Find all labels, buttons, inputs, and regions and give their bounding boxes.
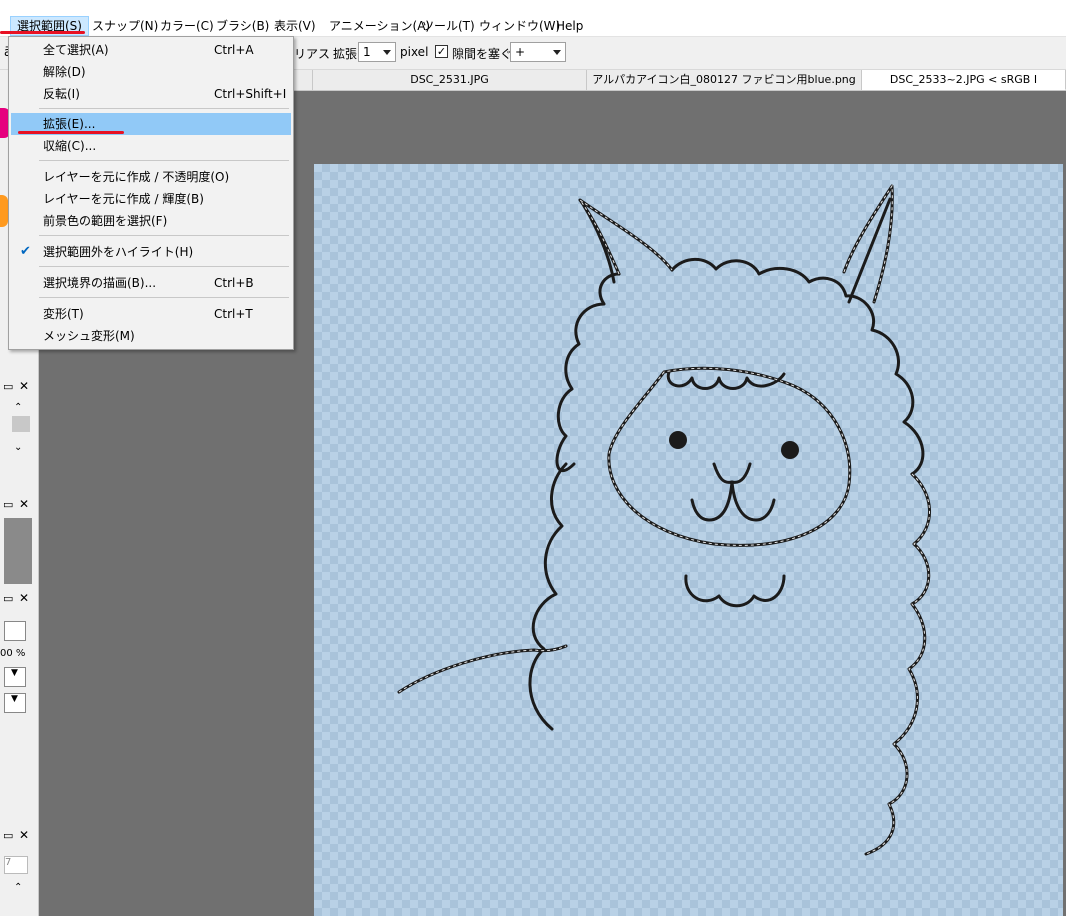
scroll-up-icon[interactable]: ⌃ <box>14 882 22 893</box>
document-tabs: DSC_2531.JPG アルパカアイコン白_080127 ファビコン用blue… <box>293 70 1066 91</box>
tab-partial[interactable] <box>293 70 313 90</box>
menu-separator <box>39 160 289 161</box>
bangs-curls <box>666 370 786 390</box>
menu-item-label: 反転(I) <box>43 87 80 101</box>
chevron-down-icon: ▼ <box>11 694 18 704</box>
menu-item-shortcut: Ctrl+A <box>214 43 254 57</box>
menu-draw-border[interactable]: 選択境界の描画(B)... Ctrl+B <box>11 272 291 294</box>
menu-item-label: 前景色の範囲を選択(F) <box>43 214 168 228</box>
number-field[interactable]: 7 <box>4 856 28 874</box>
panel-header: ▭ ✕ <box>0 590 34 608</box>
expand-amount-value: 1 <box>363 45 371 59</box>
chevron-down-icon <box>383 50 391 55</box>
brush-preview <box>4 518 32 584</box>
menu-from-layer-opacity[interactable]: レイヤーを元に作成 / 不透明度(O) <box>11 166 291 188</box>
right-ear-outline <box>842 184 894 304</box>
left-eye <box>669 431 687 449</box>
tab-dsc2533[interactable]: DSC_2533~2.JPG < sRGB I <box>862 70 1066 90</box>
float-icon[interactable]: ▭ <box>3 829 13 842</box>
toolbar-partial-label: リアス <box>294 47 331 61</box>
menu-help[interactable]: Help <box>550 17 589 35</box>
checkmark-icon: ✔ <box>20 244 31 259</box>
menu-item-shortcut: Ctrl+Shift+I <box>214 87 287 101</box>
close-icon[interactable]: ✕ <box>19 497 29 511</box>
menu-item-label: 選択範囲外をハイライト(H) <box>43 245 194 259</box>
menu-item-label: 解除(D) <box>43 65 86 79</box>
gap-mode-select[interactable]: + <box>510 42 566 62</box>
menu-from-layer-luminance[interactable]: レイヤーを元に作成 / 輝度(B) <box>11 188 291 210</box>
menu-deselect[interactable]: 解除(D) <box>11 61 291 83</box>
close-icon[interactable]: ✕ <box>19 828 29 842</box>
gap-close-label: 隙間を塞ぐ <box>452 47 513 61</box>
menu-invert[interactable]: 反転(I) Ctrl+Shift+I <box>11 83 291 105</box>
menu-item-label: 収縮(C)... <box>43 139 97 153</box>
float-icon[interactable]: ▭ <box>3 592 13 605</box>
scrollbar-thumb[interactable] <box>12 416 30 432</box>
selection-menu-dropdown: 全て選択(A) Ctrl+A 解除(D) 反転(I) Ctrl+Shift+I … <box>8 36 294 350</box>
image-canvas[interactable] <box>314 164 1063 916</box>
gap-mode-value: + <box>515 45 526 59</box>
close-icon[interactable]: ✕ <box>19 591 29 605</box>
blend-select[interactable]: ▼ <box>4 667 26 687</box>
menu-item-shortcut: Ctrl+B <box>214 276 254 290</box>
right-ear-inner <box>847 197 892 304</box>
neck-curls <box>684 574 786 608</box>
gap-close-checkbox[interactable]: ✓ <box>435 45 448 58</box>
menu-item-label: 選択境界の描画(B)... <box>43 276 157 290</box>
mode-select[interactable]: ▼ <box>4 693 26 713</box>
menu-item-label: レイヤーを元に作成 / 不透明度(O) <box>43 170 230 184</box>
mouth-left <box>690 480 734 522</box>
scroll-up-icon[interactable]: ⌃ <box>14 402 22 413</box>
layer-input[interactable] <box>4 621 26 641</box>
expand-label: 拡張 <box>333 47 358 61</box>
opacity-value: 00 % <box>0 648 26 659</box>
panel-header: ▭ ✕ <box>0 827 34 845</box>
right-eye <box>781 441 799 459</box>
menu-separator <box>39 266 289 267</box>
mouth-right <box>730 480 776 522</box>
annotation-underline-menu <box>0 31 85 34</box>
menu-tools[interactable]: ツール(T) <box>416 17 481 35</box>
left-ear-inner <box>582 204 616 284</box>
selection-marching-ants <box>398 184 930 855</box>
alpaca-drawing <box>397 184 931 856</box>
menu-item-label: レイヤーを元に作成 / 輝度(B) <box>43 192 204 206</box>
menu-item-label: 変形(T) <box>43 307 84 321</box>
expand-amount-select[interactable]: 1 <box>358 42 396 62</box>
menu-brush[interactable]: ブラシ(B) <box>210 17 275 35</box>
chevron-down-icon: ▼ <box>11 668 18 678</box>
unit-label: pixel <box>400 45 429 59</box>
close-icon[interactable]: ✕ <box>19 379 29 393</box>
menu-separator <box>39 235 289 236</box>
annotation-underline-expand <box>18 131 124 134</box>
body-right-outline <box>864 472 931 856</box>
menu-bar: 選択範囲(S) スナップ(N) カラー(C) ブラシ(B) 表示(V) アニメー… <box>0 0 1066 37</box>
menu-contract[interactable]: 収縮(C)... <box>11 135 291 157</box>
scroll-down-icon[interactable]: ⌄ <box>14 442 22 453</box>
left-ear-outline <box>578 198 674 276</box>
tab-dsc2531[interactable]: DSC_2531.JPG <box>313 70 587 90</box>
menu-highlight-outside[interactable]: ✔ 選択範囲外をハイライト(H) <box>11 241 291 263</box>
menu-snap[interactable]: スナップ(N) <box>86 17 164 35</box>
menu-separator <box>39 297 289 298</box>
menu-view[interactable]: 表示(V) <box>268 17 322 35</box>
float-icon[interactable]: ▭ <box>3 380 13 393</box>
color-swatch-orange <box>0 195 8 227</box>
menu-select-foreground-range[interactable]: 前景色の範囲を選択(F) <box>11 210 291 232</box>
menu-item-label: 全て選択(A) <box>43 43 109 57</box>
menu-mesh-transform[interactable]: メッシュ変形(M) <box>11 325 291 347</box>
tab-alpaca-icon[interactable]: アルパカアイコン白_080127 ファビコン用blue.png <box>587 70 862 90</box>
chevron-down-icon <box>553 50 561 55</box>
menu-separator <box>39 108 289 109</box>
float-icon[interactable]: ▭ <box>3 498 13 511</box>
face-outline <box>607 366 852 547</box>
menu-item-label: メッシュ変形(M) <box>43 329 135 343</box>
menu-select-all[interactable]: 全て選択(A) Ctrl+A <box>11 39 291 61</box>
body-left-outline <box>528 462 568 731</box>
menu-item-shortcut: Ctrl+T <box>214 307 253 321</box>
panel-header: ▭ ✕ <box>0 496 34 514</box>
nose <box>712 462 752 484</box>
panel-header: ▭ ✕ <box>0 378 34 396</box>
menu-transform[interactable]: 変形(T) Ctrl+T <box>11 303 291 325</box>
